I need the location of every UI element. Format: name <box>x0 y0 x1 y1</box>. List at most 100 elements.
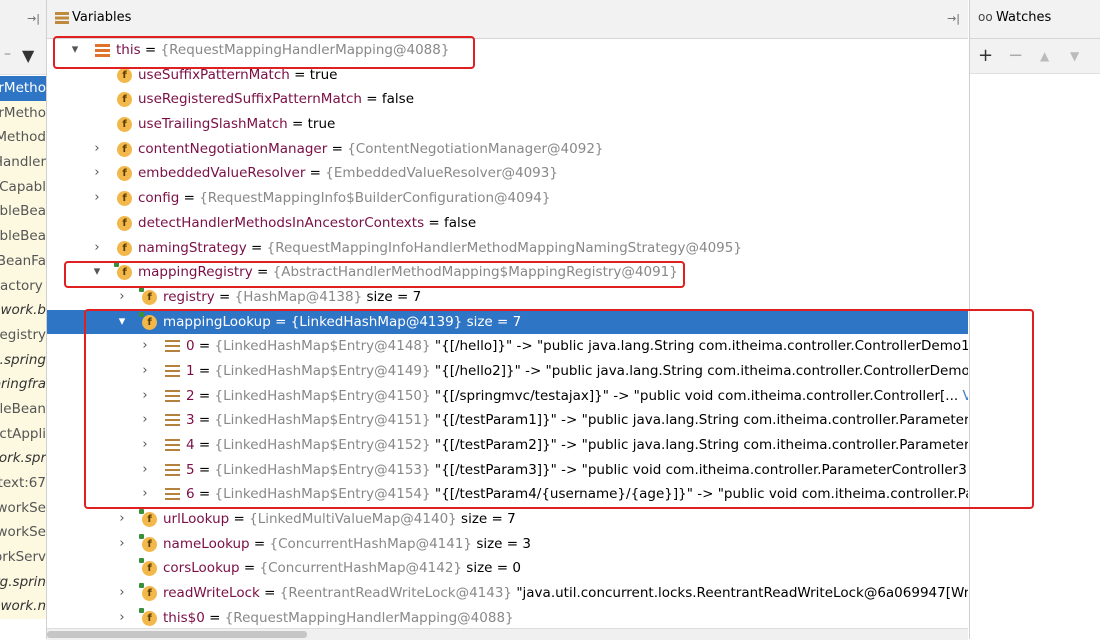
equals-sign: = <box>287 116 308 133</box>
frame-label: ableBea <box>0 203 46 220</box>
equals-sign: = <box>327 140 348 157</box>
expand-arrow-icon[interactable]: › <box>91 236 103 261</box>
expand-arrow-icon[interactable]: › <box>91 161 103 186</box>
variable-row[interactable]: f useTrailingSlashMatch = true <box>47 112 968 137</box>
frame-label: erMetho <box>0 104 46 121</box>
expand-arrow-icon[interactable]: › <box>116 606 128 631</box>
field-icon: f <box>139 509 157 528</box>
variable-type: {ConcurrentHashMap@4141} <box>269 535 473 552</box>
variable-text: this$0 = {RequestMappingHandlerMapping@4… <box>163 606 514 631</box>
frame-label: Handler <box>0 154 46 171</box>
hide-panel-icon[interactable]: →| <box>27 12 40 25</box>
variable-row[interactable]: › f config = {RequestMappingInfo$BuilderCo… <box>47 186 968 211</box>
variable-row[interactable]: › f contentNegotiationManager = {ContentNe… <box>47 137 968 162</box>
frame-item[interactable]: ctAppli <box>0 421 46 447</box>
field-icon: f <box>117 191 132 207</box>
frame-item[interactable]: orkServ <box>0 545 46 570</box>
variable-row[interactable]: › f urlLookup = {LinkedMultiValueMap@4140}… <box>47 507 968 532</box>
frame-label: eBeanFa <box>0 252 46 269</box>
variable-name: corsLookup <box>163 560 240 577</box>
equals-sign: = <box>179 190 200 207</box>
expand-arrow-icon[interactable]: › <box>91 186 103 211</box>
field-icon: f <box>139 607 157 626</box>
equals-sign: = <box>424 214 445 231</box>
frame-item[interactable]: ableBea <box>0 199 46 225</box>
frame-item[interactable]: ntext:67 <box>0 471 46 496</box>
frame-label: ework.n <box>0 598 46 615</box>
frame-item[interactable]: erMetho <box>0 76 46 101</box>
frame-item[interactable]: ework.n <box>0 594 46 620</box>
equals-sign: = <box>289 66 310 83</box>
variable-row[interactable]: f corsLookup = {ConcurrentHashMap@4142} s… <box>47 556 968 581</box>
variable-name: useRegisteredSuffixPatternMatch <box>138 91 362 108</box>
frame-item[interactable]: egistry <box>0 322 46 348</box>
variable-row[interactable]: › f registry = {HashMap@4138} size = 7 <box>47 285 968 310</box>
field-icon: f <box>117 141 132 157</box>
variable-name: urlLookup <box>163 511 230 528</box>
variables-header: Variables →| <box>47 0 968 39</box>
equals-sign: = <box>246 239 267 256</box>
equals-sign: = <box>259 585 280 602</box>
move-up-button[interactable]: ▲ <box>1040 49 1049 63</box>
expand-arrow-icon[interactable]: › <box>116 581 128 606</box>
variable-text: useRegisteredSuffixPatternMatch = false <box>138 87 414 112</box>
frame-item[interactable]: Method <box>0 125 46 151</box>
variable-type: {RequestMappingInfo$BuilderConfiguration… <box>199 190 551 207</box>
expand-arrow-icon[interactable]: › <box>91 137 103 162</box>
variable-text: config = {RequestMappingInfo$BuilderConf… <box>138 186 550 211</box>
variable-name: config <box>138 190 180 207</box>
variable-row[interactable]: f detectHandlerMethodsInAncestorContexts … <box>47 211 968 236</box>
frame-label: ntext:67 <box>0 475 46 491</box>
variable-type: {HashMap@4138} <box>234 288 363 305</box>
frame-item[interactable]: k.spring <box>0 347 46 373</box>
filter-icon[interactable]: ▼ <box>22 46 34 65</box>
frame-item[interactable]: eCapabl <box>0 174 46 200</box>
frame-label: actory <box>0 277 43 294</box>
frame-label: bleBean <box>0 400 46 417</box>
horizontal-scrollbar[interactable] <box>47 628 968 640</box>
field-icon: f <box>117 117 132 133</box>
frame-item[interactable]: eworkSe <box>0 520 46 546</box>
variable-text: readWriteLock = {ReentrantReadWriteLock@… <box>163 581 968 606</box>
collapse-icon[interactable]: – <box>4 46 11 62</box>
variable-name: this$0 <box>163 609 205 626</box>
frame-item[interactable]: Handler <box>0 150 46 175</box>
variable-row[interactable]: › f embeddedValueResolver = {EmbeddedValue… <box>47 161 968 186</box>
frame-label: eworkSe <box>0 524 46 541</box>
variable-value: false <box>381 91 415 108</box>
variable-row[interactable]: › f nameLookup = {ConcurrentHashMap@4141} … <box>47 532 968 557</box>
frame-label: orkServ <box>0 549 46 566</box>
frame-item[interactable]: eworkSe <box>0 495 46 521</box>
frame-item[interactable]: bleBean <box>0 396 46 422</box>
expand-arrow-icon[interactable]: › <box>116 285 128 310</box>
scrollbar-thumb[interactable] <box>47 631 307 638</box>
variable-row[interactable]: › f namingStrategy = {RequestMappingInfoHa… <box>47 236 968 261</box>
frame-item[interactable]: actory <box>0 273 46 299</box>
expand-arrow-icon[interactable]: › <box>116 507 128 532</box>
variable-row[interactable]: f useRegisteredSuffixPatternMatch = false <box>47 87 968 112</box>
variable-name: nameLookup <box>163 535 250 552</box>
variable-text: useTrailingSlashMatch = true <box>138 112 335 137</box>
variable-text: urlLookup = {LinkedMultiValueMap@4140} s… <box>163 507 516 532</box>
frame-item[interactable]: ableBea <box>0 224 46 249</box>
expand-arrow-icon[interactable]: › <box>116 532 128 557</box>
variable-text: embeddedValueResolver = {EmbeddedValueRe… <box>138 161 558 186</box>
variable-row[interactable]: › f readWriteLock = {ReentrantReadWriteLoc… <box>47 581 968 606</box>
variable-row[interactable]: › f this$0 = {RequestMappingHandlerMapping… <box>47 606 968 631</box>
hide-variables-icon[interactable]: →| <box>947 12 960 25</box>
frame-item[interactable]: ework.b <box>0 298 46 323</box>
field-icon: f <box>117 67 132 83</box>
variable-name: registry <box>163 288 215 305</box>
frame-label: Method <box>0 129 46 146</box>
frame-item[interactable]: eBeanFa <box>0 248 46 274</box>
frame-item[interactable]: springfra <box>0 372 46 397</box>
frame-item[interactable]: org.sprin <box>0 569 46 595</box>
variable-name: useTrailingSlashMatch <box>138 116 288 133</box>
add-watch-button[interactable]: + <box>978 45 993 66</box>
variable-text: nameLookup = {ConcurrentHashMap@4141} si… <box>163 532 531 557</box>
frame-item[interactable]: erMetho <box>0 100 46 126</box>
remove-watch-button[interactable]: − <box>1008 45 1023 66</box>
frame-item[interactable]: ork.spr <box>0 446 46 471</box>
frame-label: ctAppli <box>0 425 46 442</box>
move-down-button[interactable]: ▼ <box>1070 49 1079 63</box>
